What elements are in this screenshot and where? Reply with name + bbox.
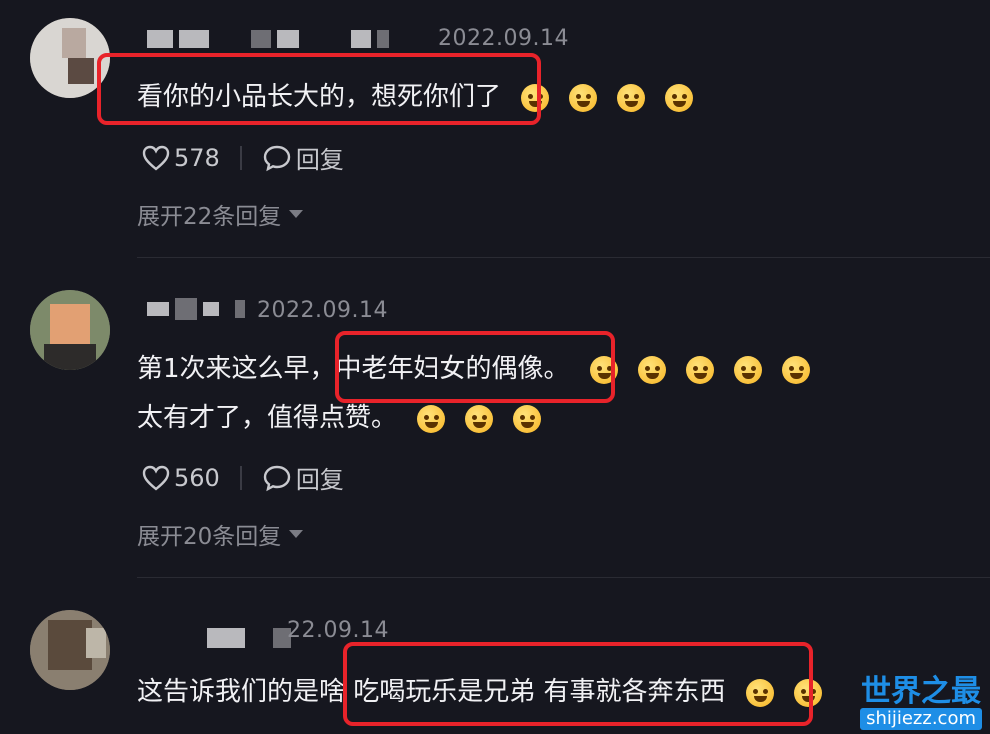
highlight-box [97,53,541,125]
expand-replies-button[interactable]: 展开20条回复 [137,517,304,551]
laughing-emoji-icon [569,83,598,112]
like-count: 560 [174,463,220,492]
highlight-box [343,642,813,726]
heart-icon [142,465,170,491]
like-button[interactable]: 560 [142,464,220,492]
smiling-emoji-icon [417,404,446,433]
expand-replies-button[interactable]: 展开22条回复 [137,197,304,231]
comment-date: 2022.09.14 [257,298,388,323]
caret-down-icon [289,210,304,218]
speech-bubble-icon [263,145,291,171]
reply-label: 回复 [295,466,344,494]
divider [239,145,242,170]
heart-icon [142,145,170,171]
expand-replies-label: 展开20条回复 [137,524,282,550]
watermark-title: 世界之最 [861,674,982,709]
comment-actions: 578 回复 [142,140,344,175]
avatar[interactable] [30,610,110,690]
username[interactable] [147,30,389,48]
laughing-emoji-icon [617,83,646,112]
divider [239,465,242,490]
clapping-hands-icon [733,355,762,384]
comment-text-line: 太有才了，值得点赞。 [137,403,398,433]
reply-button[interactable]: 回复 [262,140,344,175]
expand-replies-label: 展开22条回复 [137,204,282,230]
reply-button[interactable]: 回复 [262,460,344,495]
smiling-emoji-icon [465,404,494,433]
clapping-hands-icon [781,355,810,384]
avatar[interactable] [30,290,110,370]
username[interactable] [147,298,245,320]
like-count: 578 [174,143,220,172]
divider [137,257,990,258]
comment-actions: 560 回复 [142,460,344,495]
caret-down-icon [289,530,304,538]
like-button[interactable]: 578 [142,144,220,172]
comment-date: 2022.09.14 [438,26,569,51]
clapping-hands-icon [685,355,714,384]
smiling-emoji-icon [513,404,542,433]
speech-bubble-icon [263,465,291,491]
username[interactable] [207,628,291,648]
highlight-box [335,331,615,403]
clapping-hands-icon [637,355,666,384]
site-watermark: 世界之最 shijiezz.com [860,676,982,730]
comment-date: 22.09.14 [287,618,389,643]
watermark-url: shijiezz.com [860,708,982,730]
divider [137,577,990,578]
laughing-emoji-icon [665,83,694,112]
reply-label: 回复 [295,146,344,174]
